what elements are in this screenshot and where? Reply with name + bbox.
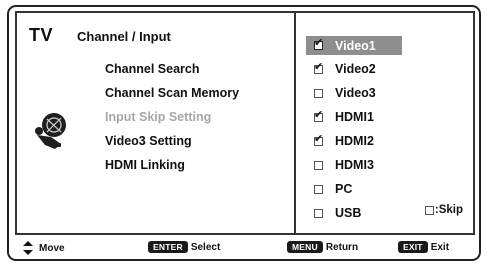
tv-menu-screen: TV Channel / Input Channel Search Channe…	[7, 5, 481, 261]
menu-panel: TV Channel / Input Channel Search Channe…	[15, 11, 475, 235]
menu-item-channel-search[interactable]: Channel Search	[105, 62, 199, 76]
checkbox-hdmi3[interactable]	[314, 160, 323, 170]
footer-return-label: Return	[325, 241, 359, 253]
section-title: Channel / Input	[77, 29, 171, 44]
checkbox-video3[interactable]	[314, 88, 323, 98]
footer-select-label: Select	[190, 241, 221, 253]
input-label-usb: USB	[335, 206, 362, 220]
check-mark-icon: ✔	[314, 132, 324, 145]
menu-item-channel-scan-memory[interactable]: Channel Scan Memory	[105, 86, 239, 100]
left-pane: TV Channel / Input Channel Search Channe…	[17, 13, 294, 233]
footer-exit: EXIT Exit	[398, 241, 449, 253]
input-label-pc: PC	[335, 182, 353, 196]
checkbox-hdmi1[interactable]: ✔	[314, 108, 324, 122]
input-row-video3[interactable]: Video3	[314, 84, 376, 102]
footer-return: MENU Return	[287, 241, 358, 253]
input-label-video3: Video3	[335, 86, 376, 100]
footer-exit-label: Exit	[430, 241, 450, 253]
input-list-pane: ✔ Video1 ✔ Video2 Video3 ✔ HDMI1 ✔ HDMI2	[296, 13, 473, 233]
skip-legend: :Skip	[424, 204, 463, 216]
input-label-video1: Video1	[335, 38, 376, 53]
input-row-hdmi2[interactable]: ✔ HDMI2	[314, 132, 374, 150]
check-mark-icon: ✔	[314, 37, 324, 49]
checkbox-video1[interactable]: ✔	[314, 37, 324, 50]
input-row-video1[interactable]: ✔ Video1	[306, 36, 402, 55]
checkbox-video2[interactable]: ✔	[314, 60, 324, 74]
input-row-hdmi1[interactable]: ✔ HDMI1	[314, 108, 374, 126]
input-row-video2[interactable]: ✔ Video2	[314, 60, 376, 78]
footer-move: Move	[23, 241, 65, 255]
menu-key-badge: MENU	[287, 241, 323, 253]
input-row-usb[interactable]: USB	[314, 204, 361, 222]
check-mark-icon: ✔	[314, 108, 324, 121]
checkbox-usb[interactable]	[314, 208, 323, 218]
footer-move-label: Move	[39, 242, 65, 254]
input-row-pc[interactable]: PC	[314, 180, 352, 198]
up-down-arrows-icon	[23, 241, 33, 255]
menu-item-hdmi-linking[interactable]: HDMI Linking	[105, 158, 185, 172]
satellite-dish-icon	[35, 113, 66, 149]
menu-item-video3-setting[interactable]: Video3 Setting	[105, 134, 192, 148]
menu-brand: TV	[29, 25, 54, 45]
exit-key-badge: EXIT	[398, 241, 428, 253]
input-row-hdmi3[interactable]: HDMI3	[314, 156, 374, 174]
enter-key-badge: ENTER	[148, 241, 188, 253]
input-label-video2: Video2	[335, 62, 376, 76]
footer-select: ENTER Select	[148, 241, 220, 253]
checkbox-hdmi2[interactable]: ✔	[314, 132, 324, 146]
input-label-hdmi3: HDMI3	[335, 158, 374, 172]
checkbox-pc[interactable]	[314, 184, 323, 194]
legend-checkbox	[424, 205, 434, 215]
input-label-hdmi2: HDMI2	[335, 134, 374, 148]
footer-guide: Move ENTER Select MENU Return EXIT Exit	[9, 237, 479, 259]
menu-item-input-skip-setting[interactable]: Input Skip Setting	[105, 110, 211, 124]
check-mark-icon: ✔	[314, 60, 324, 73]
skip-legend-label: :Skip	[434, 204, 463, 216]
input-label-hdmi1: HDMI1	[335, 110, 374, 124]
